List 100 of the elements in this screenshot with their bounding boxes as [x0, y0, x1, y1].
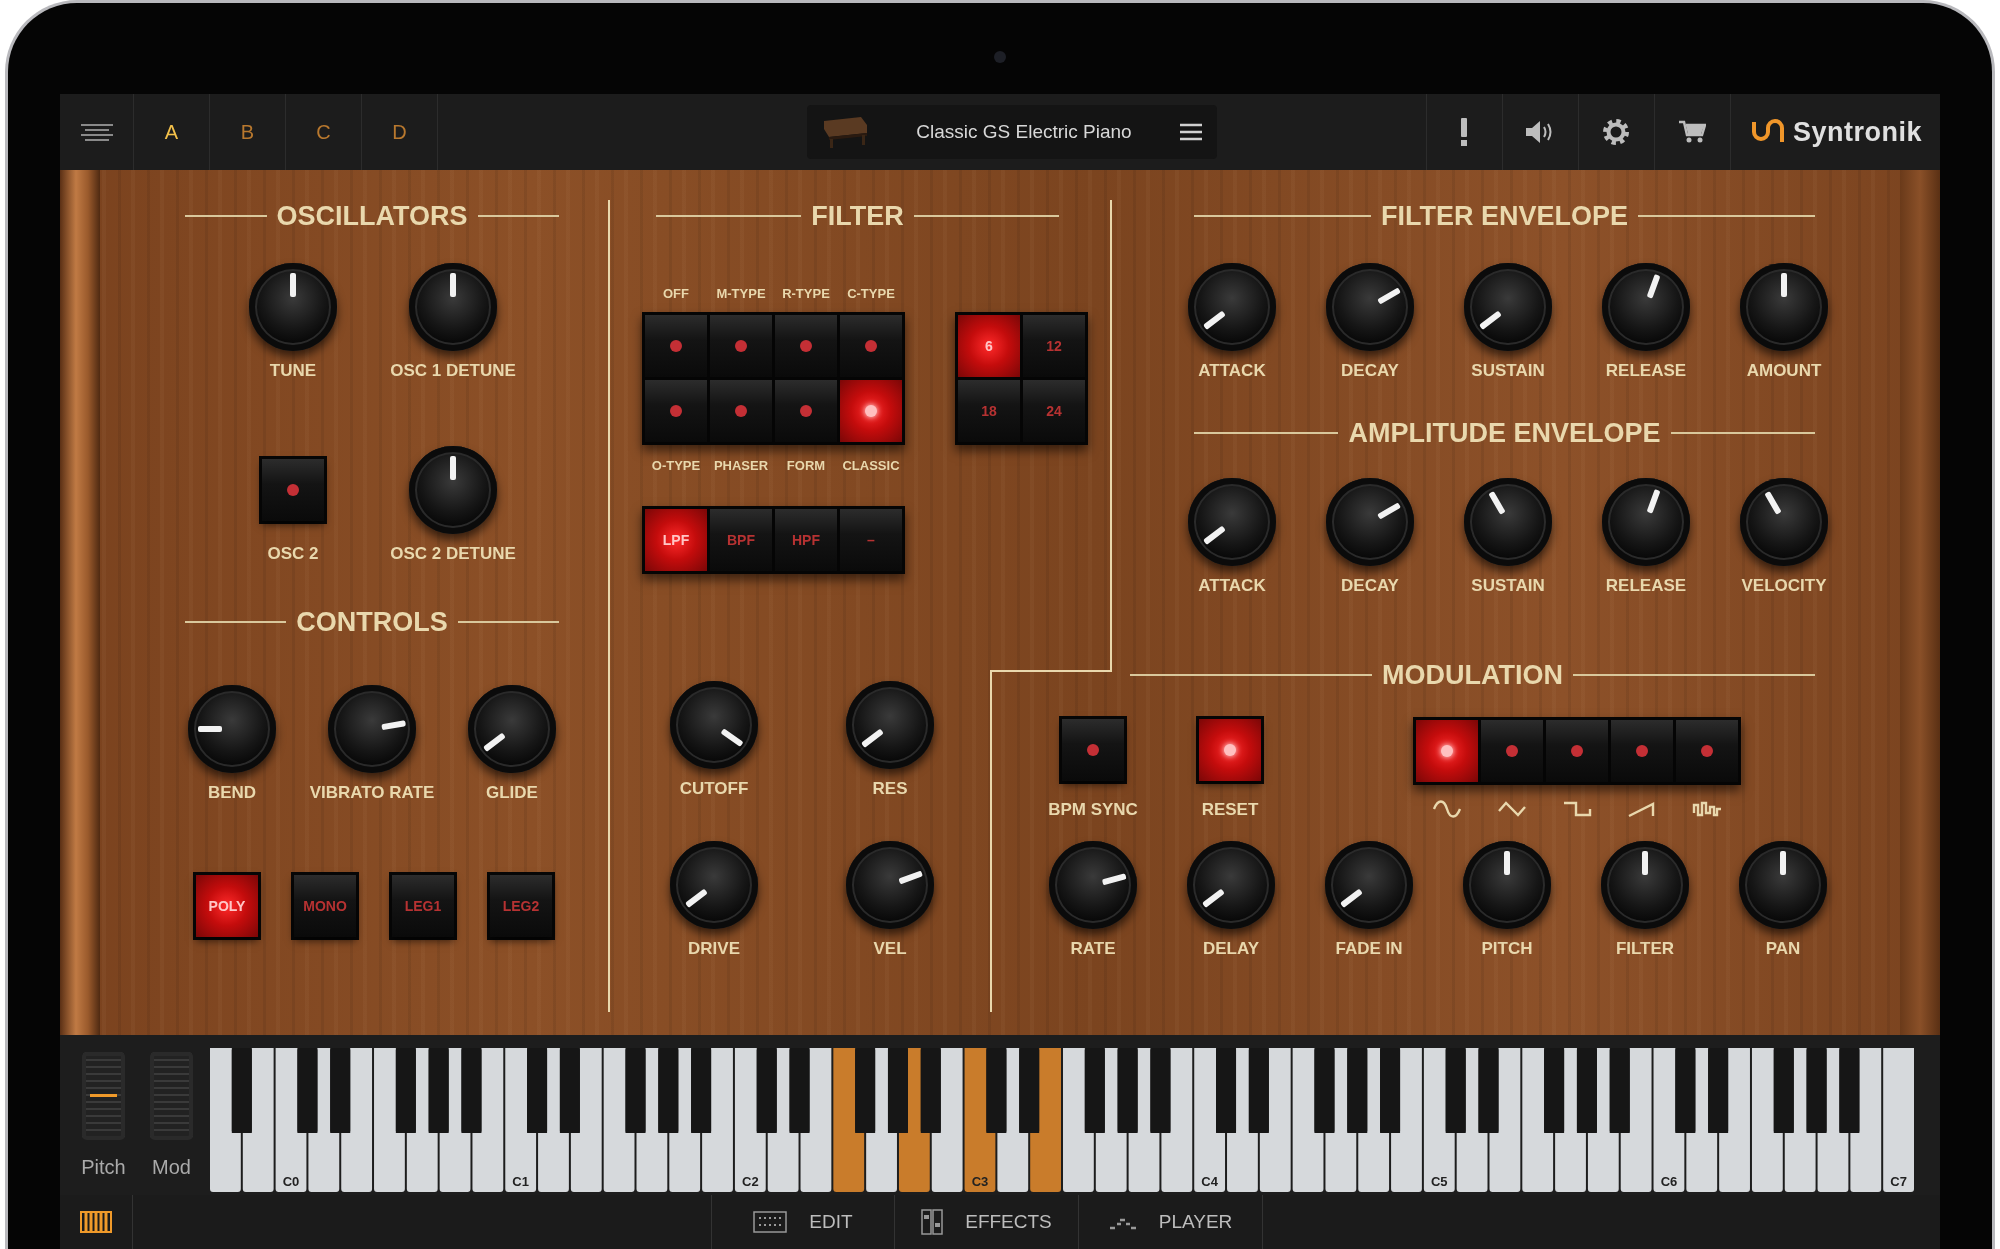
knob[interactable] [846, 681, 934, 769]
knob[interactable] [1739, 841, 1827, 929]
knob[interactable] [1601, 841, 1689, 929]
knob[interactable] [846, 841, 934, 929]
piano-key[interactable] [1489, 1048, 1521, 1192]
mode-button[interactable]: POLY [196, 875, 258, 937]
piano-key[interactable] [1817, 1048, 1849, 1192]
piano-key[interactable] [702, 1048, 733, 1192]
piano-key[interactable] [833, 1048, 865, 1192]
wheel-control[interactable] [82, 1052, 125, 1140]
piano-key[interactable] [1095, 1048, 1127, 1192]
piano-key[interactable]: C5 [1423, 1048, 1455, 1192]
nav-tab[interactable]: EFFECTS [895, 1195, 1079, 1249]
mode-button[interactable]: LEG1 [392, 875, 454, 937]
mode-button[interactable]: – [840, 509, 902, 571]
nav-tab[interactable]: EDIT [711, 1195, 895, 1249]
piano-key[interactable] [1391, 1048, 1422, 1192]
piano-key[interactable] [1128, 1048, 1160, 1192]
mode-button[interactable]: 24 [1023, 380, 1085, 442]
piano-key[interactable] [1030, 1048, 1061, 1192]
piano-key[interactable] [1161, 1048, 1193, 1192]
nav-tab[interactable]: PLAYER [1079, 1195, 1263, 1249]
mode-button[interactable]: MONO [294, 875, 356, 937]
piano-key[interactable] [1325, 1048, 1357, 1192]
piano-key[interactable] [472, 1048, 504, 1192]
knob[interactable] [409, 263, 497, 351]
piano-key[interactable] [1708, 1048, 1729, 1133]
piano-key[interactable] [866, 1048, 897, 1192]
mode-button[interactable]: LPF [645, 509, 707, 571]
piano-key[interactable] [559, 1048, 580, 1133]
toggle-button[interactable] [1546, 720, 1608, 782]
knob[interactable] [1187, 841, 1275, 929]
knob[interactable] [670, 681, 758, 769]
toggle-button[interactable] [645, 315, 707, 377]
toggle-button[interactable] [840, 315, 902, 377]
piano-key[interactable] [1380, 1048, 1401, 1133]
piano-key[interactable] [691, 1048, 712, 1133]
alert-icon[interactable] [1459, 118, 1470, 146]
piano-key[interactable] [636, 1048, 668, 1192]
piano-key[interactable] [855, 1048, 876, 1133]
tab[interactable]: C [286, 94, 362, 170]
menu-icon[interactable] [1179, 122, 1203, 142]
piano-key[interactable] [1259, 1048, 1291, 1192]
piano-key[interactable] [1773, 1048, 1794, 1133]
knob[interactable] [409, 446, 497, 534]
piano-key[interactable] [570, 1048, 602, 1192]
piano-key[interactable] [1620, 1048, 1652, 1192]
cart-icon[interactable] [1678, 120, 1707, 144]
knob[interactable] [1464, 263, 1552, 351]
tab[interactable]: A [134, 94, 210, 170]
toggle-button[interactable] [1611, 720, 1673, 782]
piano-key[interactable] [1587, 1048, 1619, 1192]
piano-key[interactable]: C3 [964, 1048, 996, 1192]
piano-key[interactable] [231, 1048, 252, 1133]
knob[interactable] [328, 685, 416, 773]
toggle-button[interactable] [710, 315, 772, 377]
toggle-button[interactable] [710, 380, 772, 442]
piano-key[interactable] [527, 1048, 548, 1133]
settings-icon[interactable] [1602, 118, 1631, 146]
toggle-button[interactable] [645, 380, 707, 442]
piano-key[interactable] [538, 1048, 569, 1192]
piano-key[interactable]: C4 [1194, 1048, 1226, 1192]
toggle-button[interactable] [1481, 720, 1543, 782]
piano-key[interactable] [1850, 1048, 1882, 1192]
piano-key[interactable] [669, 1048, 701, 1192]
knob[interactable] [1325, 841, 1413, 929]
piano-key[interactable] [1784, 1048, 1816, 1192]
knob[interactable] [188, 685, 276, 773]
piano-key[interactable] [1555, 1048, 1586, 1192]
knob[interactable] [468, 685, 556, 773]
mode-button[interactable]: BPF [710, 509, 772, 571]
piano-key[interactable] [439, 1048, 471, 1192]
toggle-button[interactable] [775, 315, 837, 377]
piano-key[interactable]: C1 [505, 1048, 537, 1192]
mode-button[interactable]: 6 [958, 315, 1020, 377]
toggle-button[interactable] [262, 459, 324, 521]
piano-key[interactable] [1719, 1048, 1750, 1192]
mode-button[interactable]: LEG2 [490, 875, 552, 937]
knob[interactable] [1602, 478, 1690, 566]
piano-key[interactable] [395, 1048, 416, 1133]
piano-key[interactable] [1216, 1048, 1237, 1133]
piano-key[interactable] [931, 1048, 963, 1192]
knob[interactable] [1740, 263, 1828, 351]
mode-button[interactable]: 12 [1023, 315, 1085, 377]
preset-selector[interactable]: Classic GS Electric Piano [807, 105, 1217, 159]
piano-key[interactable] [1544, 1048, 1565, 1133]
piano-key[interactable] [800, 1048, 832, 1192]
piano-key[interactable] [341, 1048, 373, 1192]
tab[interactable]: B [210, 94, 286, 170]
mode-button[interactable]: HPF [775, 509, 837, 571]
tab[interactable]: D [362, 94, 438, 170]
toggle-button[interactable] [1676, 720, 1738, 782]
knob[interactable] [1188, 478, 1276, 566]
knob[interactable] [1602, 263, 1690, 351]
piano-key[interactable] [1248, 1048, 1269, 1133]
toggle-button[interactable] [1062, 719, 1124, 781]
piano-key[interactable] [242, 1048, 274, 1192]
mode-button[interactable]: 18 [958, 380, 1020, 442]
menu-icon[interactable] [79, 123, 114, 141]
knob[interactable] [1740, 478, 1828, 566]
